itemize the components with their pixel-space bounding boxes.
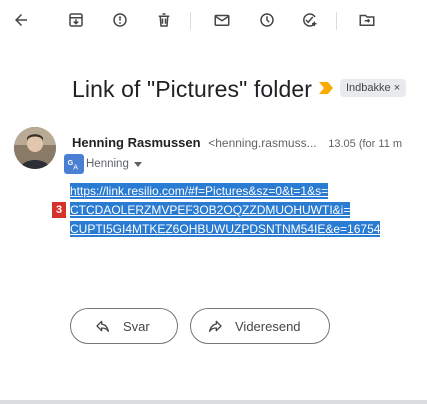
avatar[interactable]	[14, 127, 56, 169]
resilio-link-part-3[interactable]: CUPTI5GI4MTKEZ6OHBUWUZPDSNTNM54IE&e=1675…	[70, 221, 381, 237]
back-arrow-icon[interactable]	[10, 9, 32, 31]
email-body: https://link.resilio.com/#f=Pictures&sz=…	[70, 182, 427, 239]
toolbar-divider	[190, 12, 191, 30]
resilio-link-part-1[interactable]: https://link.resilio.com/#f=Pictures&sz=…	[70, 183, 329, 199]
link-line: CUPTI5GI4MTKEZ6OHBUWUZPDSNTNM54IE&e=1675…	[70, 220, 427, 239]
email-date: 13.05 (for 11 m	[328, 138, 403, 150]
forward-button[interactable]: Videresend	[190, 308, 330, 344]
report-spam-icon[interactable]	[109, 9, 131, 31]
reply-icon	[96, 320, 109, 332]
sender-name[interactable]: Henning Rasmussen	[72, 135, 201, 150]
link-line: CTCDAOLERZMVPEF3OB2OQZZDMUOHUWTI&i=	[70, 201, 427, 220]
resilio-link-part-2[interactable]: CTCDAOLERZMVPEF3OB2OQZZDMUOHUWTI&i=	[70, 202, 351, 218]
subject-row: Link of "Pictures" folder Indbakke ×	[72, 76, 427, 108]
forward-label: Videresend	[235, 318, 301, 334]
toolbar-divider	[336, 12, 337, 30]
toolbar	[0, 0, 427, 44]
mark-unread-icon[interactable]	[211, 9, 233, 31]
link-line: https://link.resilio.com/#f=Pictures&sz=…	[70, 182, 427, 201]
delete-icon[interactable]	[153, 9, 175, 31]
step-number-badge: 3	[52, 202, 66, 218]
recipient-name: Henning	[86, 158, 129, 170]
snooze-icon[interactable]	[256, 9, 278, 31]
importance-marker-icon[interactable]	[319, 82, 333, 94]
chevron-down-icon[interactable]	[133, 161, 142, 167]
reply-button[interactable]: Svar	[70, 308, 178, 344]
archive-icon[interactable]	[65, 9, 87, 31]
translate-icon[interactable]: GA	[64, 154, 84, 174]
reply-label: Svar	[123, 318, 150, 334]
sender-email: <henning.rasmuss...	[208, 136, 317, 150]
svg-text:A: A	[73, 163, 78, 172]
email-subject: Link of "Pictures" folder	[72, 76, 312, 102]
sender-row: Henning Rasmussen <henning.rasmuss... 13…	[72, 135, 402, 150]
forward-icon	[209, 320, 222, 332]
move-to-icon[interactable]	[356, 9, 378, 31]
inbox-label-chip[interactable]: Indbakke ×	[340, 79, 407, 97]
add-task-icon[interactable]	[298, 9, 320, 31]
recipient-row: GA Henning	[64, 154, 142, 174]
frame-border	[0, 400, 427, 404]
